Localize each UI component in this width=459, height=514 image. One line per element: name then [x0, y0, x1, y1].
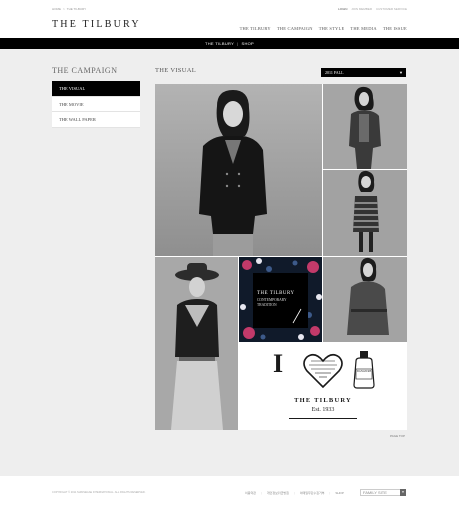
brand-graphic-established: Est. 1933 [311, 407, 335, 413]
join-member-link[interactable]: JOIN MEMBER [351, 7, 372, 11]
breadcrumb-separator: > [63, 7, 65, 11]
login-link[interactable]: LOGIN [338, 7, 347, 11]
chevron-down-icon: ▼ [400, 489, 406, 496]
subnav-the-tilbury[interactable]: THE TILBURY [205, 41, 234, 46]
page-top-link[interactable]: PAGE TOP [390, 434, 405, 438]
footer-link-terms[interactable]: 이용약관 [245, 491, 256, 495]
family-site-label: FAMILY SITE [363, 490, 387, 495]
sub-navigation: THE TILBURY | SHOP [0, 41, 459, 46]
nav-item-the-issue[interactable]: THE ISSUE [383, 26, 407, 31]
gallery-brand-graphic[interactable]: I SIGNATURE THE TILBURY Est. 1933 [239, 343, 407, 430]
bottle-icon [353, 351, 375, 389]
family-site-select[interactable]: FAMILY SITE ▼ [360, 489, 406, 496]
nav-item-the-media[interactable]: THE MEDIA [350, 26, 376, 31]
season-select-value: 2011 FALL [325, 70, 344, 75]
chevron-down-icon: ▼ [399, 70, 403, 75]
sidebar-item-the-visual[interactable]: THE VISUAL [52, 81, 140, 97]
brand-graphic-letter: I [273, 349, 284, 378]
gallery-photo-trench[interactable] [323, 257, 407, 342]
gallery-photo-striped-dress[interactable] [323, 170, 407, 256]
gallery-photo-hat-outfit[interactable] [155, 257, 238, 430]
campaign-card-line2: TRADITION [257, 303, 277, 307]
sidebar-item-the-movie[interactable]: THE MOVIE [52, 97, 140, 112]
sidebar-menu: THE VISUAL THE MOVIE THE WALL PAPER [52, 81, 140, 128]
model-hat-image [155, 257, 238, 430]
sidebar-title: THE CAMPAIGN [52, 66, 118, 75]
gallery-photo-cardigan[interactable] [323, 84, 407, 169]
breadcrumb-home-link[interactable]: HOME [52, 7, 61, 11]
main-navigation: THE TILBURY THE CAMPAIGN THE STYLE THE M… [240, 26, 407, 31]
footer-link-email-policy[interactable]: 이메일무단수집거부 [300, 491, 325, 495]
footer-link-shop[interactable]: SHOP [335, 491, 344, 495]
sidebar-item-the-wall-paper[interactable]: THE WALL PAPER [52, 112, 140, 128]
model-trench-coat-image [323, 257, 407, 342]
model-cardigan-image [323, 84, 407, 169]
nav-item-the-campaign[interactable]: THE CAMPAIGN [277, 26, 313, 31]
sub-navigation-bar: THE TILBURY | SHOP [0, 38, 459, 49]
subnav-shop[interactable]: SHOP [241, 41, 254, 46]
footer-separator: | [329, 491, 331, 495]
nav-item-the-style[interactable]: THE STYLE [319, 26, 345, 31]
campaign-card-line1: CONTEMPORARY [257, 298, 287, 302]
footer-separator: | [261, 491, 262, 495]
heart-icon [303, 353, 343, 389]
bottle-label: SIGNATURE [356, 370, 372, 373]
brand-graphic-name: THE TILBURY [294, 397, 352, 404]
site-logo[interactable]: THE TILBURY [52, 19, 141, 30]
footer-copyright: COPYRIGHT © 2011 SHINSEGAE INTERNATIONAL… [52, 491, 146, 494]
footer-links: 이용약관 | 개인정보취급방침 | 이메일무단수집거부 | SHOP [245, 491, 344, 495]
campaign-card-brand: THE TILBURY [257, 291, 295, 296]
footer-link-privacy[interactable]: 개인정보취급방침 [267, 491, 289, 495]
model-black-coat-image [155, 84, 322, 256]
nav-item-the-tilbury[interactable]: THE TILBURY [240, 26, 271, 31]
page-title: THE VISUAL [155, 67, 196, 74]
gallery-photo-large[interactable] [155, 84, 322, 256]
season-select[interactable]: 2011 FALL ▼ [321, 68, 406, 77]
breadcrumb-current: THE TILBURY [66, 7, 87, 11]
gallery-campaign-card[interactable]: THE TILBURY CONTEMPORARY TRADITION [239, 257, 322, 342]
utility-links: LOGIN JOIN MEMBER CUSTOMER SERVICE [335, 7, 407, 11]
top-breadcrumb: HOME > THE TILBURY [52, 7, 88, 11]
brand-graphic-rule [289, 418, 357, 419]
subnav-separator: | [237, 41, 239, 46]
visual-gallery: THE TILBURY CONTEMPORARY TRADITION I SIG… [155, 84, 407, 430]
footer-separator: | [293, 491, 295, 495]
customer-service-link[interactable]: CUSTOMER SERVICE [376, 7, 407, 11]
model-striped-dress-image [323, 170, 407, 256]
